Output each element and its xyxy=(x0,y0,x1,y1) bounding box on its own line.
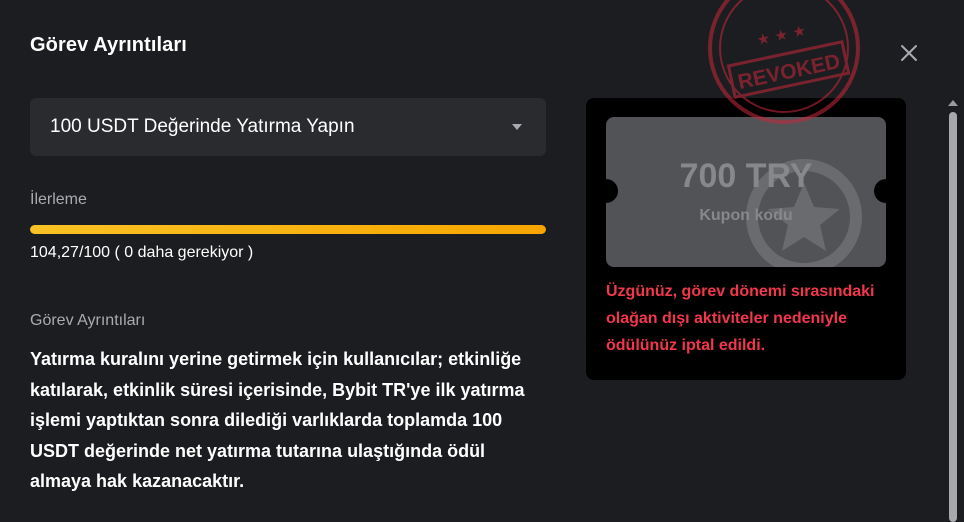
details-heading: Görev Ayrıntıları xyxy=(30,312,146,329)
close-button[interactable] xyxy=(896,40,922,66)
task-select-value: 100 USDT Değerinde Yatırma Yapın xyxy=(50,116,355,137)
modal-title: Görev Ayrıntıları xyxy=(30,34,187,56)
coupon-card: 700 TRY Kupon kodu xyxy=(606,117,886,267)
scrollbar-thumb[interactable] xyxy=(949,112,957,522)
progress-bar xyxy=(30,225,546,234)
coupon-amount: 700 TRY xyxy=(679,157,813,195)
task-select-dropdown[interactable]: 100 USDT Değerinde Yatırma Yapın xyxy=(30,98,546,156)
progress-label: İlerleme xyxy=(30,191,87,208)
svg-text:★ ★ ★: ★ ★ ★ xyxy=(755,21,808,49)
scrollbar[interactable] xyxy=(946,96,960,522)
coupon-label: Kupon kodu xyxy=(699,207,793,224)
chevron-down-icon[interactable] xyxy=(512,124,522,130)
scroll-up-arrow-icon[interactable] xyxy=(948,100,958,106)
revoked-stamp-text: REVOKED xyxy=(736,50,842,94)
progress-bar-fill xyxy=(30,225,546,234)
progress-text: 104,27/100 ( 0 daha gerekiyor ) xyxy=(30,244,254,261)
revoked-message: Üzgünüz, görev dönemi sırasındaki olağan… xyxy=(606,283,875,354)
reward-card: 700 TRY Kupon kodu Üzgünüz, görev dönemi… xyxy=(586,98,906,380)
details-body: Yatırma kuralını yerine getirmek için ku… xyxy=(30,349,525,491)
close-icon[interactable] xyxy=(896,40,922,66)
